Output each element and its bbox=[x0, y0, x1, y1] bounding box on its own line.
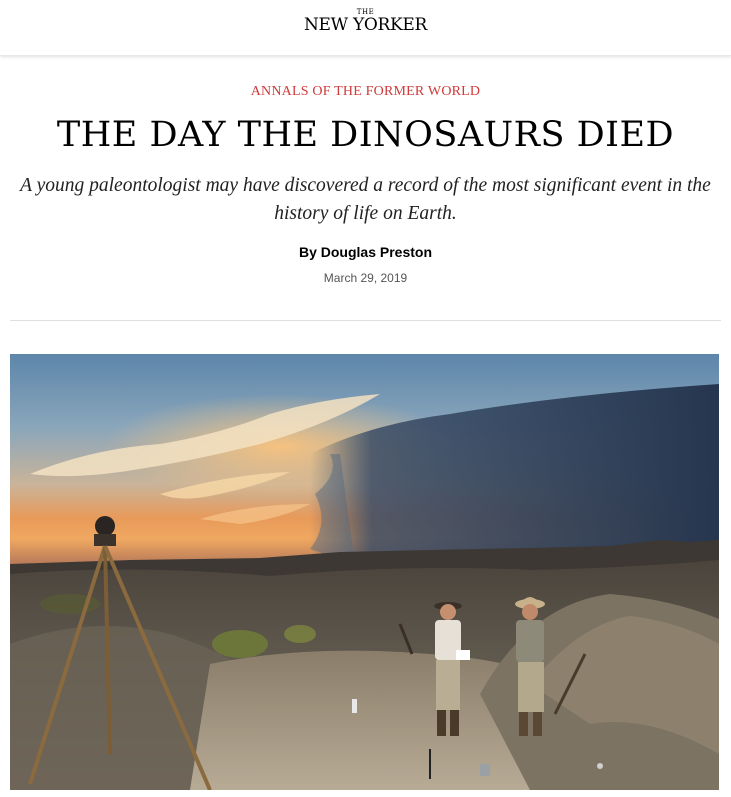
rubric-link[interactable]: ANNALS OF THE FORMER WORLD bbox=[0, 84, 731, 100]
masthead: THE NEW YORKER bbox=[0, 0, 731, 56]
article-dek: A young paleontologist may have discover… bbox=[20, 175, 711, 224]
hero-photo bbox=[10, 354, 719, 790]
new-yorker-logo[interactable]: THE NEW YORKER bbox=[0, 9, 731, 34]
hero-photo-illustration bbox=[10, 354, 719, 790]
publish-date: March 29, 2019 bbox=[323, 271, 408, 285]
byline-author-link[interactable]: By Douglas Preston bbox=[0, 244, 731, 260]
logo-name: NEW YORKER bbox=[303, 15, 428, 35]
divider bbox=[10, 320, 721, 321]
article-headline: THE DAY THE DINOSAURS DIED bbox=[56, 115, 675, 155]
